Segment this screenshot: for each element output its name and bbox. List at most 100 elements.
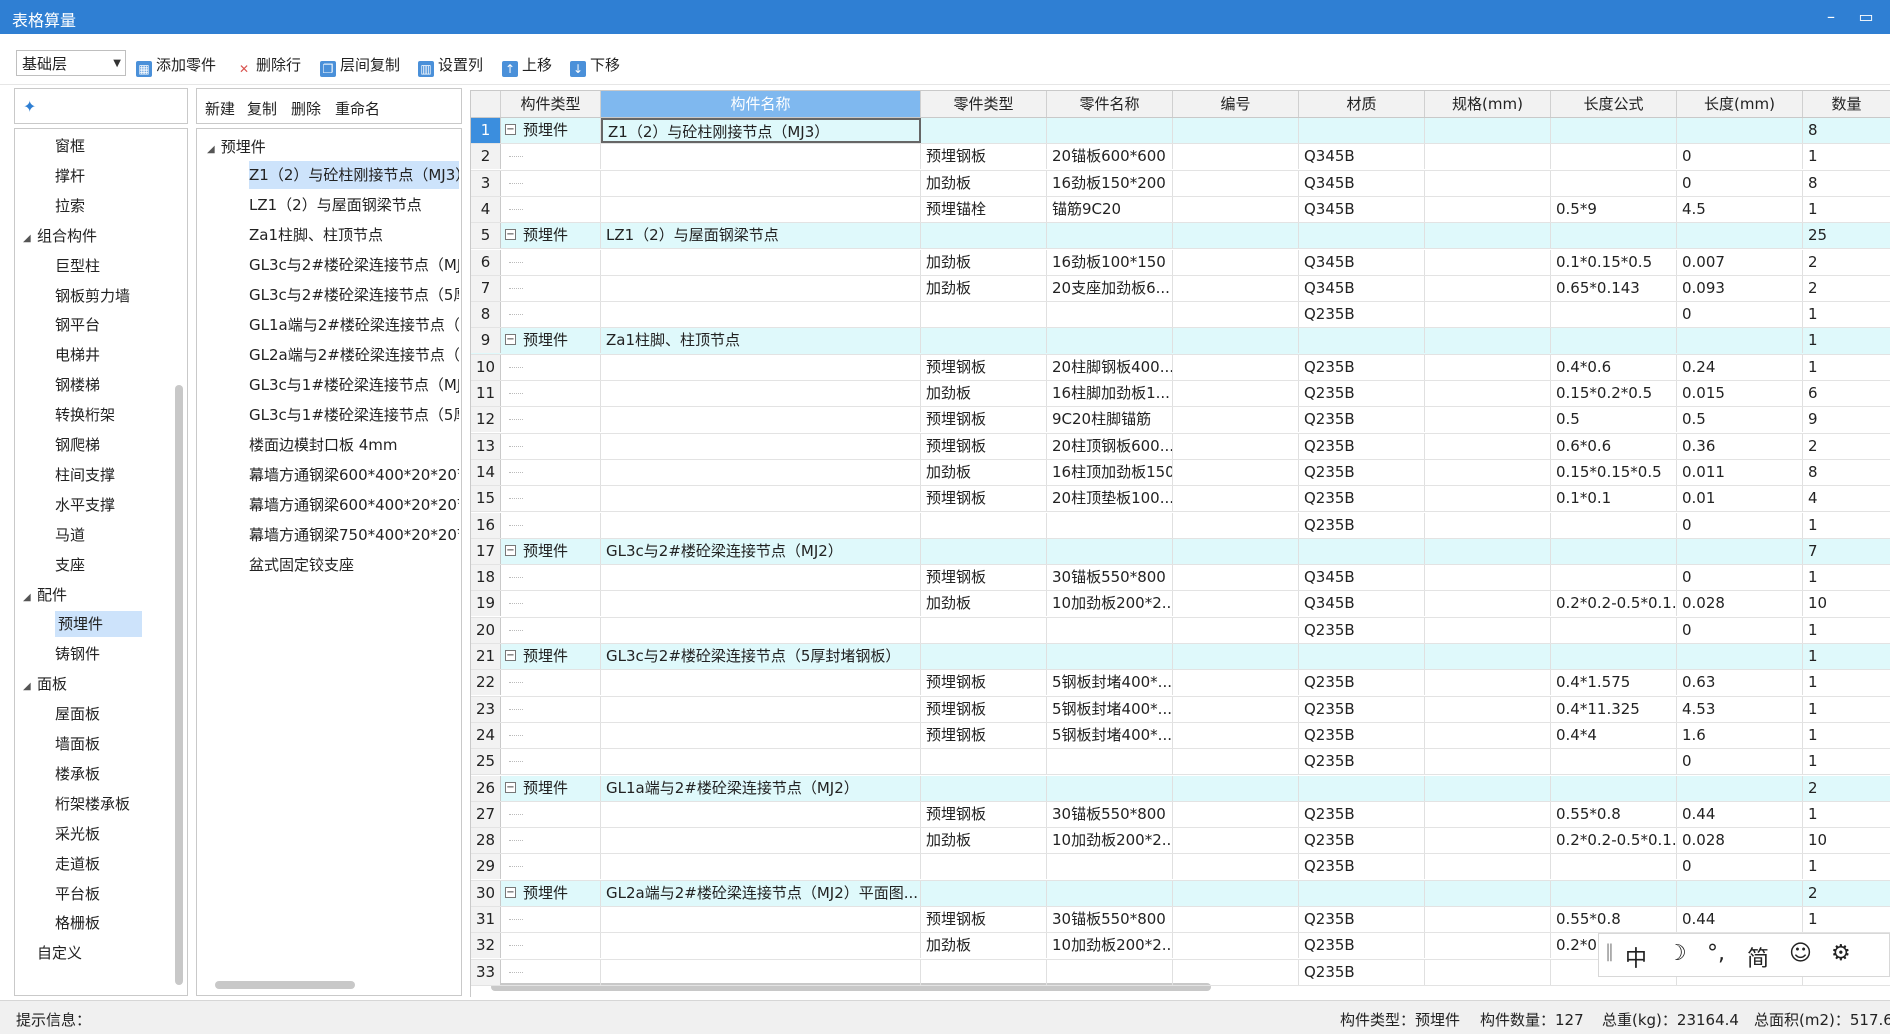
cell-spec[interactable] xyxy=(1425,302,1551,328)
cell-spec[interactable] xyxy=(1425,775,1551,801)
cell-qty[interactable]: 7 xyxy=(1803,539,1890,564)
cell-code[interactable] xyxy=(1173,959,1299,985)
cell-len[interactable]: 0 xyxy=(1677,302,1803,328)
cell-name[interactable] xyxy=(601,512,921,538)
cell-code[interactable] xyxy=(1173,433,1299,459)
cell-name[interactable] xyxy=(601,275,921,301)
cell-spec[interactable] xyxy=(1425,644,1551,669)
cell-name[interactable]: GL2a端与2#楼砼梁连接节点（MJ2）平面图... xyxy=(601,880,921,906)
row-number[interactable]: 18 xyxy=(471,565,501,591)
cell-ptype[interactable] xyxy=(921,644,1047,669)
cell-formula[interactable]: 0.4*1.575 xyxy=(1551,670,1677,696)
cell-mat[interactable] xyxy=(1299,328,1425,354)
cell-qty[interactable]: 1 xyxy=(1803,618,1890,643)
cell-pname[interactable] xyxy=(1047,644,1173,669)
cell-formula[interactable] xyxy=(1551,170,1677,196)
column-header[interactable]: 数量 xyxy=(1803,91,1890,117)
row-number[interactable]: 28 xyxy=(471,828,501,854)
cell-mat[interactable]: Q345B xyxy=(1299,170,1425,196)
cell-formula[interactable]: 0.55*0.8 xyxy=(1551,801,1677,827)
cell-pname[interactable]: 16劲板150*200 xyxy=(1047,170,1173,196)
set-columns-button[interactable]: ▥ 设置列 xyxy=(418,52,483,78)
sidebar-item[interactable]: 走道板 xyxy=(55,851,100,877)
row-number[interactable]: 13 xyxy=(471,433,501,459)
cell-name[interactable] xyxy=(601,722,921,748)
minimize-button[interactable]: – xyxy=(1818,4,1844,30)
group-row[interactable]: 30 预埋件 GL2a端与2#楼砼梁连接节点（MJ2）平面图... 2 − xyxy=(471,880,1890,907)
left-tree-scrollbar[interactable] xyxy=(175,385,183,985)
cell-pname[interactable] xyxy=(1047,617,1173,643)
cell-ptype[interactable]: 加劲板 xyxy=(921,933,1047,959)
cell-spec[interactable] xyxy=(1425,118,1551,143)
cell-pname[interactable]: 20柱顶钢板600... xyxy=(1047,433,1173,459)
cell-code[interactable] xyxy=(1173,775,1299,801)
cell-name[interactable] xyxy=(601,196,921,222)
component-list-item[interactable]: Z1（2）与砼柱刚接节点（MJ3） xyxy=(249,161,459,189)
cell-name[interactable] xyxy=(601,381,921,406)
row-number[interactable]: 27 xyxy=(471,801,501,827)
cell-pname[interactable] xyxy=(1047,512,1173,538)
cell-qty[interactable]: 1 xyxy=(1803,644,1890,669)
cell-formula[interactable]: 0.4*0.6 xyxy=(1551,354,1677,380)
cell-qty[interactable]: 1 xyxy=(1803,144,1890,169)
sidebar-item[interactable]: 自定义 xyxy=(23,940,82,966)
column-header[interactable]: 零件类型 xyxy=(921,91,1047,117)
cell-len[interactable] xyxy=(1677,880,1803,906)
cell-ptype[interactable]: 预埋钢板 xyxy=(921,144,1047,170)
cell-mat[interactable]: Q235B xyxy=(1299,933,1425,959)
cell-pname[interactable]: 16柱脚加劲板1... xyxy=(1047,381,1173,406)
cell-name[interactable] xyxy=(601,670,921,696)
cell-spec[interactable] xyxy=(1425,538,1551,564)
cell-type[interactable]: 预埋件 xyxy=(501,644,601,669)
cell-name[interactable] xyxy=(601,249,921,275)
collapse-group-icon[interactable]: − xyxy=(505,124,516,135)
cell-len[interactable]: 0.015 xyxy=(1677,381,1803,406)
cell-formula[interactable] xyxy=(1551,565,1677,591)
cell-ptype[interactable]: 预埋钢板 xyxy=(921,565,1047,591)
column-header[interactable]: 编号 xyxy=(1173,91,1299,117)
cell-ptype[interactable]: 预埋钢板 xyxy=(921,696,1047,722)
cell-pname[interactable]: 10加劲板200*2... xyxy=(1047,591,1173,617)
group-row[interactable]: 5 预埋件 LZ1（2）与屋面钢梁节点 25 − xyxy=(471,223,1890,250)
cell-ptype[interactable] xyxy=(921,223,1047,249)
cell-pname[interactable]: 20柱脚钢板400... xyxy=(1047,354,1173,380)
cell-formula[interactable] xyxy=(1551,880,1677,906)
collapse-toggle-icon[interactable]: ◢ xyxy=(23,585,37,611)
row-number[interactable]: 6 xyxy=(471,249,501,275)
cell-name[interactable] xyxy=(601,907,921,932)
cell-formula[interactable]: 0.5 xyxy=(1551,407,1677,433)
cell-len[interactable]: 0 xyxy=(1677,749,1803,775)
cell-len[interactable] xyxy=(1677,775,1803,801)
cell-code[interactable] xyxy=(1173,381,1299,406)
simplified-button[interactable]: 简 xyxy=(1747,941,1769,973)
cell-mat[interactable]: Q235B xyxy=(1299,670,1425,696)
cell-name[interactable] xyxy=(601,617,921,643)
cell-code[interactable] xyxy=(1173,459,1299,485)
cell-ptype[interactable] xyxy=(921,302,1047,328)
cell-formula[interactable] xyxy=(1551,775,1677,801)
cell-code[interactable] xyxy=(1173,854,1299,880)
row-number[interactable]: 33 xyxy=(471,959,501,985)
cell-mat[interactable]: Q235B xyxy=(1299,512,1425,538)
table-row[interactable]: 19 加劲板 10加劲板200*2... Q345B 0.2*0.2-0.5*0.1..… xyxy=(471,591,1890,618)
cell-ptype[interactable]: 加劲板 xyxy=(921,591,1047,617)
table-row[interactable]: 22 预埋钢板 5钢板封堵400*... Q235B 0.4*1.575 0.63 1 xyxy=(471,670,1890,697)
cell-mat[interactable] xyxy=(1299,538,1425,564)
cell-len[interactable]: 1.6 xyxy=(1677,722,1803,748)
cell-ptype[interactable]: 加劲板 xyxy=(921,275,1047,301)
sidebar-item[interactable]: 支座 xyxy=(55,552,85,578)
cell-formula[interactable]: 0.1*0.15*0.5 xyxy=(1551,249,1677,275)
cell-mat[interactable]: Q235B xyxy=(1299,302,1425,328)
cell-name[interactable] xyxy=(601,933,921,959)
cell-ptype[interactable]: 加劲板 xyxy=(921,381,1047,406)
cell-spec[interactable] xyxy=(1425,144,1551,170)
cell-len[interactable]: 0 xyxy=(1677,565,1803,591)
sidebar-item[interactable]: 撑杆 xyxy=(55,163,85,189)
cell-formula[interactable]: 0.4*4 xyxy=(1551,722,1677,748)
row-number[interactable]: 1 xyxy=(471,118,501,143)
cell-spec[interactable] xyxy=(1425,696,1551,722)
row-number[interactable]: 29 xyxy=(471,854,501,880)
collapse-toggle-icon[interactable]: ◢ xyxy=(23,674,37,700)
table-row[interactable]: 18 预埋钢板 30锚板550*800 Q345B 0 1 xyxy=(471,565,1890,592)
row-number[interactable]: 5 xyxy=(471,223,501,249)
